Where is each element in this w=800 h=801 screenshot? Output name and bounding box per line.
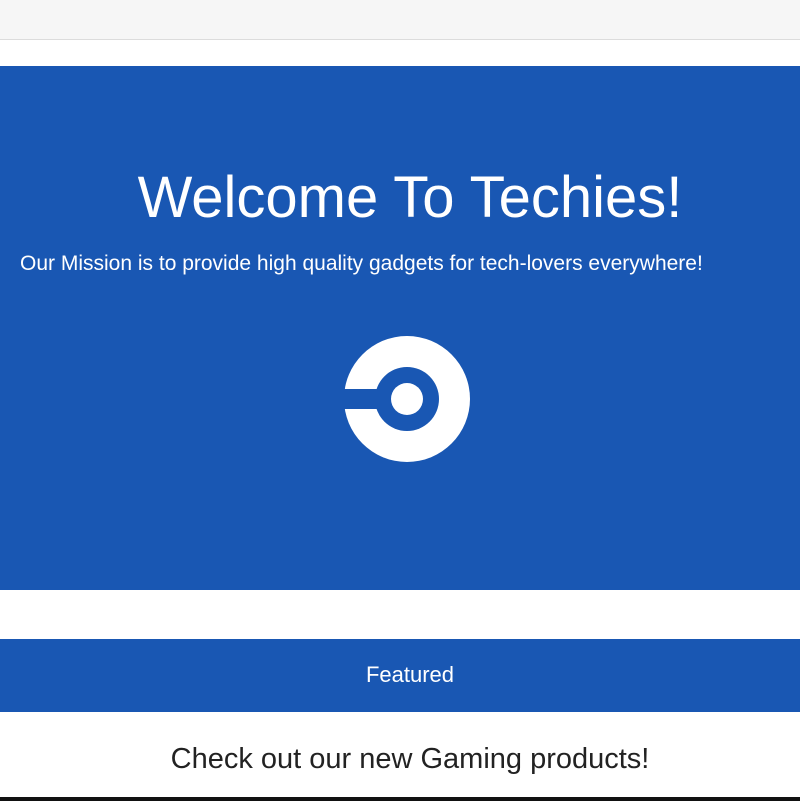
product-image-strip	[0, 797, 800, 801]
promo-text: Check out our new Gaming products!	[170, 743, 650, 775]
circle-c-logo-icon	[344, 336, 470, 462]
featured-label: Featured	[365, 662, 455, 687]
hero-title: Welcome To Techies!	[137, 165, 683, 230]
browser-top-bar	[0, 0, 800, 40]
hero-banner: Welcome To Techies! Our Mission is to pr…	[0, 66, 800, 590]
featured-header: Featured	[0, 639, 800, 712]
hero-subtitle: Our Mission is to provide high quality g…	[20, 252, 703, 275]
